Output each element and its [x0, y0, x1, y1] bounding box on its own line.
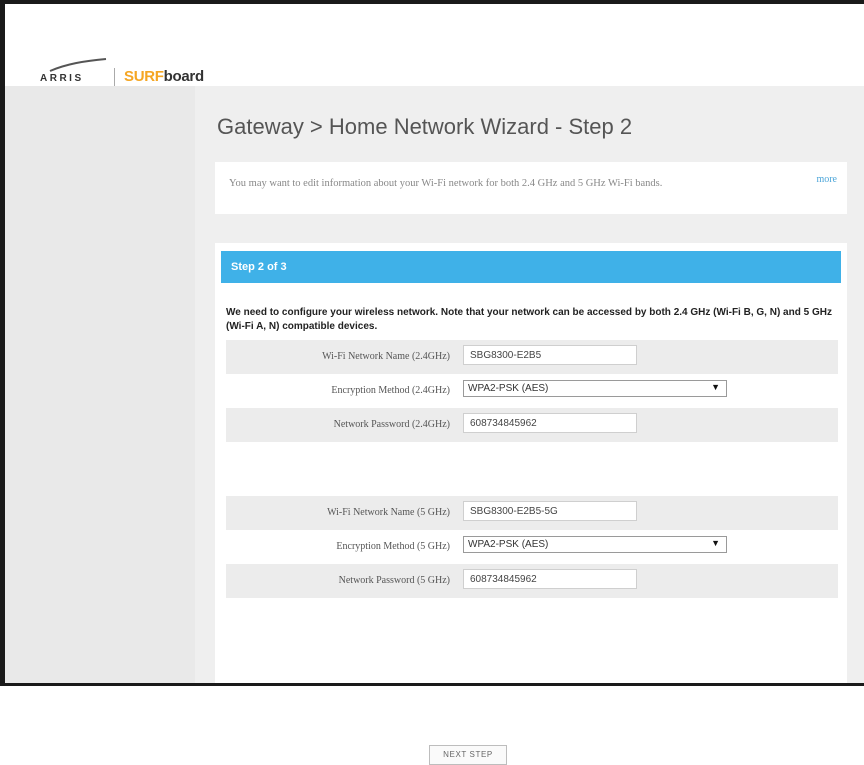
dropdown-arrow-icon: ▼ [711, 382, 720, 392]
row-password-5: Network Password (5 GHz) [226, 564, 838, 598]
header: ARRIS SURFboard [5, 4, 864, 90]
page-title: Gateway > Home Network Wizard - Step 2 [217, 114, 633, 139]
wifi-name-5-label: Wi-Fi Network Name (5 GHz) [327, 507, 450, 518]
step-label: Step 2 of 3 [231, 261, 287, 273]
encryption-5-select[interactable]: WPA2-PSK (AES) ▼ [463, 536, 727, 553]
dropdown-arrow-icon: ▼ [711, 538, 720, 548]
more-link[interactable]: more [816, 174, 837, 185]
wifi-name-5-input[interactable] [463, 501, 637, 521]
encryption-24-label: Encryption Method (2.4GHz) [331, 385, 450, 396]
row-encryption-5: Encryption Method (5 GHz) WPA2-PSK (AES)… [226, 530, 838, 564]
step-header: Step 2 of 3 [221, 251, 841, 283]
wifi-name-24-input[interactable] [463, 345, 637, 365]
arris-logo-text: ARRIS [40, 73, 84, 84]
arris-swoosh-icon [49, 58, 107, 72]
info-text: You may want to edit information about y… [229, 178, 663, 189]
next-step-button[interactable]: NEXT STEP [429, 745, 507, 765]
main-content: Gateway > Home Network Wizard - Step 2 Y… [195, 86, 864, 765]
sidebar [5, 86, 195, 683]
wizard-panel: Step 2 of 3 We need to configure your wi… [215, 243, 847, 765]
surfboard-logo-rest: board [163, 68, 204, 85]
row-wifi-name-24: Wi-Fi Network Name (2.4GHz) [226, 340, 838, 374]
row-password-24: Network Password (2.4GHz) [226, 408, 838, 442]
surfboard-logo-accent: SURF [124, 68, 164, 85]
password-24-label: Network Password (2.4GHz) [333, 419, 450, 430]
password-24-input[interactable] [463, 413, 637, 433]
encryption-5-label: Encryption Method (5 GHz) [336, 541, 450, 552]
encryption-24-value: WPA2-PSK (AES) [468, 383, 549, 394]
row-encryption-24: Encryption Method (2.4GHz) WPA2-PSK (AES… [226, 374, 838, 408]
wizard-description: We need to configure your wireless netwo… [226, 307, 832, 332]
password-5-input[interactable] [463, 569, 637, 589]
row-wifi-name-5: Wi-Fi Network Name (5 GHz) [226, 496, 838, 530]
info-panel: You may want to edit information about y… [215, 162, 847, 214]
password-5-label: Network Password (5 GHz) [338, 575, 450, 586]
encryption-5-value: WPA2-PSK (AES) [468, 539, 549, 550]
encryption-24-select[interactable]: WPA2-PSK (AES) ▼ [463, 380, 727, 397]
window-left-border [0, 0, 5, 686]
wifi-name-24-label: Wi-Fi Network Name (2.4GHz) [322, 351, 450, 362]
surfboard-logo-text: SURFboard [124, 68, 204, 85]
